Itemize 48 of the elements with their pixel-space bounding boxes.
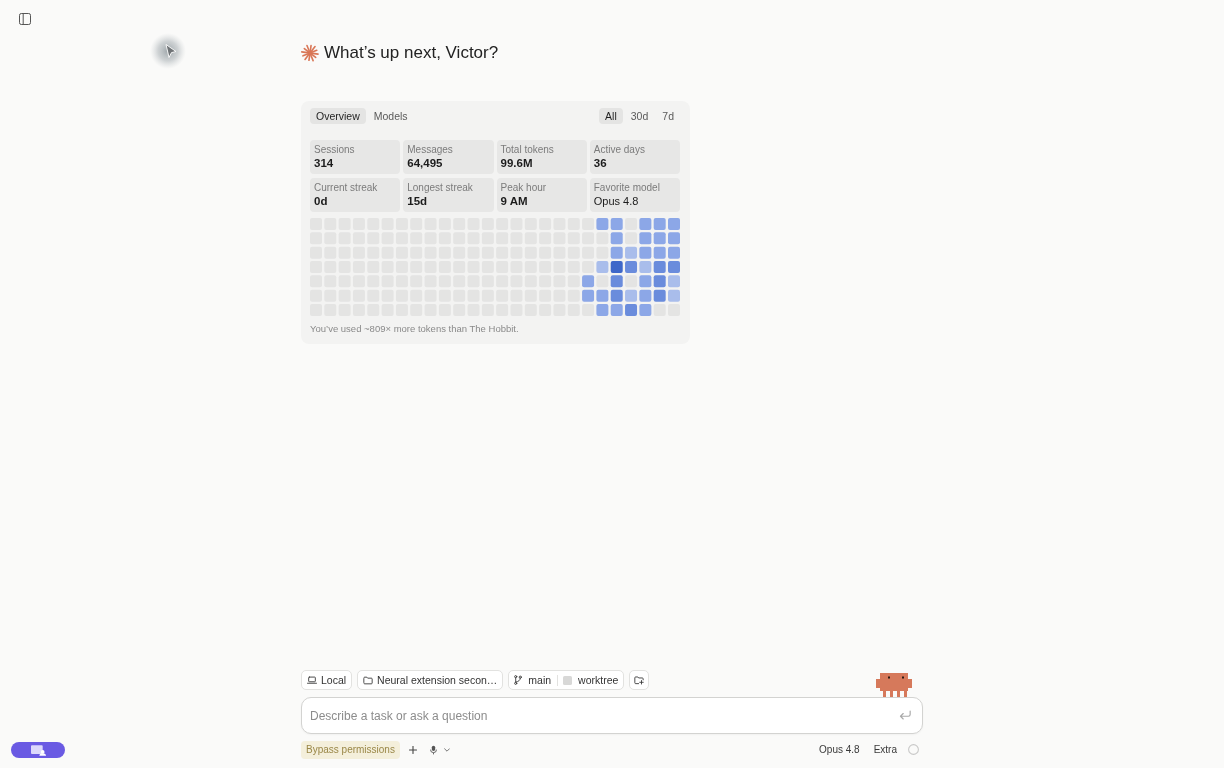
stat-label: Total tokens: [500, 143, 554, 156]
add-button[interactable]: [408, 745, 417, 754]
stat-label: Longest streak: [407, 181, 473, 194]
stat-label: Favorite model: [593, 181, 660, 194]
laptop-icon: [307, 676, 317, 684]
stat-value: 314: [314, 156, 334, 171]
starburst-icon: [301, 44, 319, 62]
range-tab[interactable]: 30d: [624, 108, 655, 124]
branch-icon: [514, 675, 523, 685]
stat-label: Active days: [593, 143, 645, 156]
stats-tab[interactable]: Models: [367, 108, 414, 124]
plus-icon: [408, 745, 417, 754]
usage-footnote: You’ve used ~809× more tokens than The Hobbit.: [310, 323, 519, 335]
greeting-title: What’s up next, Victor?: [324, 43, 499, 63]
cursor-icon: [150, 33, 186, 69]
stat-value: 15d: [407, 194, 428, 209]
stat-value: 36: [593, 156, 607, 171]
stat-value: Opus 4.8: [593, 194, 639, 209]
chevron-down-icon: [443, 747, 450, 752]
folder-icon: [363, 675, 374, 685]
pixel-creature-icon: [876, 673, 912, 697]
branch-selector[interactable]: main: [514, 671, 552, 689]
worktree-toggle[interactable]: worktree: [563, 671, 619, 689]
range-tab[interactable]: All: [599, 108, 623, 124]
stat-value: 9 AM: [500, 194, 528, 209]
dictation-button[interactable]: [429, 744, 450, 755]
stat-label: Peak hour: [500, 181, 547, 194]
stat-value: 64,495: [407, 156, 443, 171]
model-selector[interactable]: Opus 4.8: [819, 744, 860, 755]
folder-plus-button[interactable]: [629, 670, 650, 690]
folder-plus-icon: [634, 675, 645, 685]
screen-person-button[interactable]: [11, 742, 65, 758]
microphone-icon: [429, 744, 437, 755]
folder-button[interactable]: Neural extension secon…: [357, 670, 504, 690]
task-input[interactable]: Describe a task or ask a question: [301, 697, 923, 734]
sidebar-icon: [19, 13, 31, 25]
screen-person-icon: [30, 744, 46, 756]
stat-value: 0d: [314, 194, 328, 209]
sidebar-toggle-button[interactable]: [18, 12, 32, 26]
environment-button[interactable]: Local: [301, 670, 353, 690]
stat-label: Current streak: [314, 181, 378, 194]
stat-value: 99.6M: [500, 156, 533, 171]
stat-label: Sessions: [314, 143, 355, 156]
ring-icon: [908, 744, 919, 755]
effort-selector[interactable]: Extra: [873, 744, 897, 755]
stats-tab[interactable]: Overview: [310, 108, 366, 124]
stat-label: Messages: [407, 143, 453, 156]
range-tab[interactable]: 7d: [656, 108, 680, 124]
